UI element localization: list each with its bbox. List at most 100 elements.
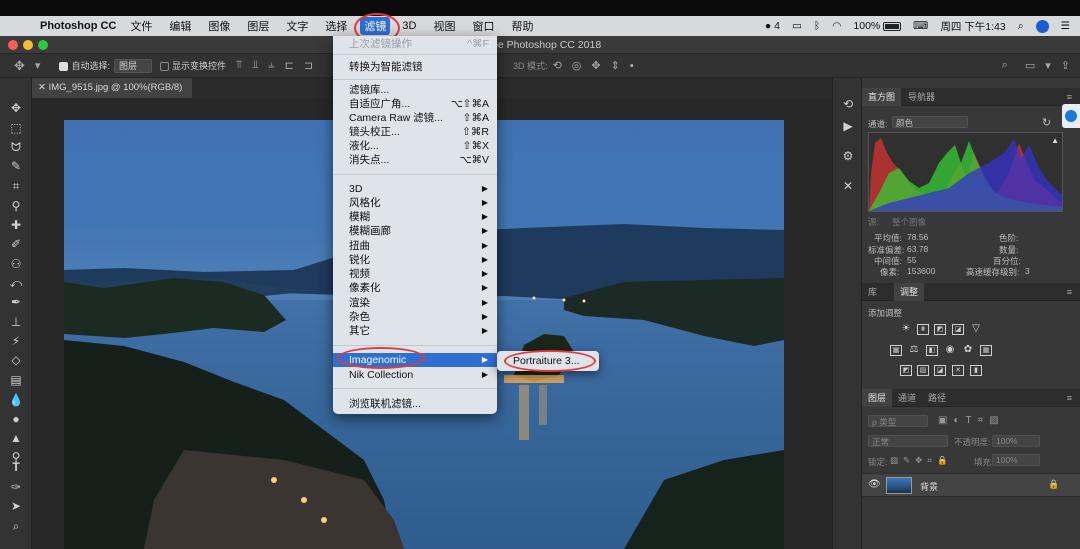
actions-play-icon[interactable]: ▶	[840, 118, 856, 134]
3d-scale-icon[interactable]: ▪	[630, 60, 634, 72]
menu-image[interactable]: 图像	[208, 18, 230, 34]
selective-color-icon[interactable]: ✕	[952, 365, 964, 376]
channel-mixer-icon[interactable]: ✿	[962, 345, 974, 356]
black-white-icon[interactable]: ◧	[926, 345, 938, 356]
menu-item-video[interactable]: 视频 ▶	[333, 267, 497, 281]
menu-layer[interactable]: 图层	[247, 18, 269, 34]
layer-filter-select[interactable]: ρ 类型	[868, 415, 928, 427]
menu-item-other[interactable]: 其它 ▶	[333, 324, 497, 338]
panel-menu-icon[interactable]: ≡	[1061, 389, 1078, 407]
curves-icon[interactable]: ◩	[934, 324, 946, 335]
align-left-icon[interactable]: ⊏	[285, 59, 294, 72]
move-tool-icon[interactable]: ✥	[14, 58, 25, 74]
healing-brush-tool-icon[interactable]: ✚	[7, 217, 25, 234]
menu-item-3d[interactable]: 3D ▶	[333, 182, 497, 196]
show-transform-toggle[interactable]: 显示变换控件	[159, 59, 226, 72]
clone-stamp-tool-icon[interactable]: ⚇	[7, 256, 25, 273]
pen-tool-icon[interactable]: ✒	[7, 294, 25, 311]
3d-pan-icon[interactable]: ✥	[591, 59, 600, 72]
fill-field[interactable]: 100%	[992, 454, 1040, 466]
input-source-icon[interactable]: ⌨	[913, 20, 928, 32]
menu-window[interactable]: 窗口	[472, 18, 494, 34]
menu-item-convert-smart-filter[interactable]: 转换为智能滤镜	[333, 60, 497, 74]
menu-item-camera-raw-filter[interactable]: Camera Raw 滤镜... ⇧⌘A	[333, 111, 497, 125]
minimize-window-button[interactable]	[23, 40, 33, 50]
invert-icon[interactable]: ◩	[900, 365, 912, 376]
menu-filter[interactable]: 滤镜	[354, 13, 401, 43]
menu-item-nik-collection[interactable]: Nik Collection ▶	[333, 368, 497, 382]
menu-view[interactable]: 视图	[433, 18, 455, 34]
color-balance-icon[interactable]: ⚖	[908, 345, 920, 356]
history-brush-tool-icon[interactable]: ⤺	[7, 275, 25, 292]
tab-adjustments[interactable]: 调整	[894, 283, 925, 301]
menu-file[interactable]: 文件	[130, 18, 152, 34]
3d-slide-icon[interactable]: ⇕	[611, 59, 620, 72]
sharpen-tool-icon[interactable]: ▲	[7, 430, 25, 447]
menu-item-render[interactable]: 渲染 ▶	[333, 296, 497, 310]
auto-select-dropdown[interactable]: 图层	[113, 58, 152, 73]
3d-rotate-icon[interactable]: ⟲	[553, 59, 562, 72]
clock[interactable]: 周四 下午1:43	[940, 19, 1005, 34]
hue-saturation-icon[interactable]: ▦	[890, 345, 902, 356]
bluetooth-icon[interactable]: ᛒ	[814, 20, 820, 32]
dodge-tool-icon[interactable]: ●	[7, 411, 25, 428]
eraser-tool-icon[interactable]: ◇	[7, 352, 25, 369]
photo-filter-icon[interactable]: ◉	[944, 345, 956, 356]
panel-menu-icon[interactable]: ≡	[1061, 283, 1078, 301]
tab-channels[interactable]: 通道	[892, 389, 922, 407]
history-panel-icon[interactable]: ⟲	[840, 96, 856, 112]
vibrance-icon[interactable]: ▽	[970, 324, 982, 335]
menu-item-noise[interactable]: 杂色 ▶	[333, 310, 497, 324]
path-select-tool-icon[interactable]: ➤	[7, 498, 25, 515]
quick-select-tool-icon[interactable]: ✎	[7, 158, 25, 175]
chevron-down-icon[interactable]: ▾	[1045, 59, 1051, 72]
warning-triangle-icon[interactable]: ▲	[1051, 136, 1059, 145]
lock-icons[interactable]: ▨✎✥⌗🔒	[890, 455, 953, 466]
menu-help[interactable]: 帮助	[511, 18, 533, 34]
share-icon[interactable]: ⇪	[1061, 59, 1070, 72]
menu-select[interactable]: 选择	[325, 18, 347, 34]
user-avatar-icon[interactable]	[1035, 19, 1049, 33]
tools-cross-icon[interactable]: ✕	[840, 178, 856, 194]
eyedropper-tool-icon[interactable]: ⚲	[7, 198, 25, 215]
notification-indicator[interactable]: ● 4	[765, 20, 780, 32]
properties-panel-icon[interactable]: ⚙	[840, 148, 856, 164]
auto-select-toggle[interactable]: 自动选择:	[59, 59, 110, 72]
document-tab[interactable]: ✕ IMG_9515.jpg @ 100%(RGB/8)	[32, 78, 192, 98]
wifi-icon[interactable]: ◠	[832, 20, 841, 32]
magic-wand-tool-icon[interactable]: ⚡	[7, 333, 25, 350]
chevron-down-icon[interactable]: ▾	[35, 59, 41, 72]
align-middle-icon[interactable]: ⫫	[252, 59, 258, 72]
menu-item-browse-online-filters[interactable]: 浏览联机滤镜...	[333, 397, 497, 411]
levels-icon[interactable]: ⩩	[917, 324, 929, 335]
menu-item-adaptive-wide-angle[interactable]: 自适应广角... ⌥⇧⌘A	[333, 97, 497, 111]
menu-item-distort[interactable]: 扭曲 ▶	[333, 239, 497, 253]
menu-item-blur-gallery[interactable]: 模糊画廊 ▶	[333, 224, 497, 238]
menu-item-blur[interactable]: 模糊 ▶	[333, 210, 497, 224]
3d-roll-icon[interactable]: ◎	[572, 59, 582, 72]
move-tool-icon[interactable]: ✥	[7, 100, 25, 117]
menu-type[interactable]: 文字	[286, 18, 308, 34]
tab-navigator[interactable]: 导航器	[902, 88, 941, 106]
crop-tool-icon[interactable]: ⌗	[7, 178, 25, 195]
menu-item-pixelate[interactable]: 像素化 ▶	[333, 281, 497, 295]
tab-histogram[interactable]: 直方图	[862, 88, 902, 106]
menu-3d[interactable]: 3D	[402, 20, 416, 32]
battery-status[interactable]: 100%	[853, 20, 902, 32]
posterize-icon[interactable]: ▨	[917, 365, 929, 376]
pen-path-tool-icon[interactable]: ✑	[7, 479, 25, 496]
channel-select[interactable]: 颜色	[892, 116, 968, 128]
menu-item-vanishing-point[interactable]: 消失点... ⌥⌘V	[333, 153, 497, 167]
gradient-map-icon[interactable]: ▮	[970, 365, 982, 376]
zoom-window-button[interactable]	[38, 40, 48, 50]
opacity-field[interactable]: 100%	[992, 435, 1040, 447]
tab-paths[interactable]: 路径	[922, 389, 952, 407]
lasso-tool-icon[interactable]: ᗢ	[7, 139, 25, 156]
close-window-button[interactable]	[8, 40, 18, 50]
menu-item-filter-gallery[interactable]: 滤镜库...	[333, 83, 497, 97]
type-tool-icon[interactable]: T	[7, 459, 25, 476]
menu-item-lens-correction[interactable]: 镜头校正... ⇧⌘R	[333, 125, 497, 139]
menu-item-sharpen[interactable]: 锐化 ▶	[333, 253, 497, 267]
app-name-menu[interactable]: Photoshop CC	[40, 20, 116, 32]
blur-tool-icon[interactable]: 💧	[7, 392, 25, 409]
